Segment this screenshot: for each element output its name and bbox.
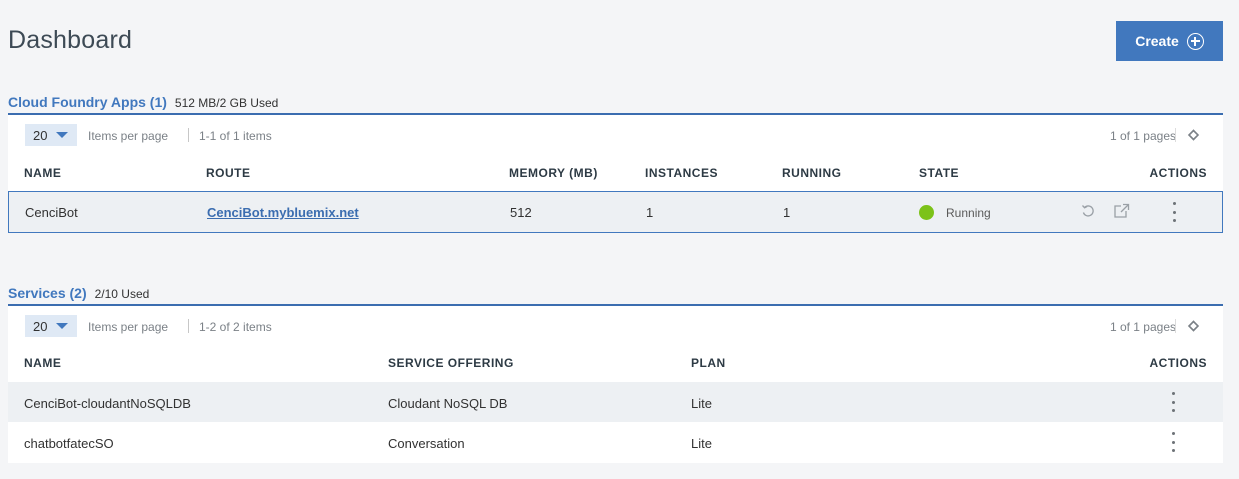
create-button-label: Create (1135, 33, 1179, 49)
app-route-link[interactable]: CenciBot.mybluemix.net (207, 205, 359, 220)
overflow-menu-icon[interactable] (1165, 391, 1181, 413)
column-header-name: NAME (24, 166, 62, 180)
service-plan: Lite (691, 436, 712, 451)
apps-item-range: 1-1 of 1 items (199, 129, 272, 143)
divider (188, 128, 189, 142)
service-plan: Lite (691, 396, 712, 411)
services-page-count: 1 of 1 pages (1109, 320, 1176, 334)
services-per-page-select[interactable]: 20 (25, 315, 77, 337)
launch-icon[interactable] (1113, 203, 1130, 224)
table-row[interactable]: CenciBot-cloudantNoSQLDB Cloudant NoSQL … (8, 382, 1223, 422)
column-header-running: RUNNING (782, 166, 842, 180)
apps-pagination-toolbar: 20 Items per page 1-1 of 1 items 1 of 1 … (8, 115, 1223, 155)
service-name: chatbotfatecSO (24, 436, 114, 451)
services-section-title[interactable]: Services (2) (8, 285, 87, 301)
divider (1175, 128, 1176, 142)
column-header-plan: PLAN (691, 356, 726, 370)
service-offering: Cloudant NoSQL DB (388, 396, 508, 411)
column-header-service-offering: SERVICE OFFERING (388, 356, 514, 370)
service-offering: Conversation (388, 436, 465, 451)
overflow-menu-icon[interactable] (1165, 431, 1181, 453)
plus-circle-icon (1186, 32, 1204, 50)
column-header-actions: ACTIONS (1149, 166, 1207, 180)
apps-page-count: 1 of 1 pages (1109, 129, 1176, 143)
page-title: Dashboard (8, 26, 133, 54)
app-running: 1 (783, 205, 791, 220)
overflow-menu-icon[interactable] (1166, 201, 1182, 223)
column-header-instances: INSTANCES (645, 166, 718, 180)
column-header-memory: MEMORY (MB) (509, 166, 598, 180)
service-name: CenciBot-cloudantNoSQLDB (24, 396, 191, 411)
table-row[interactable]: CenciBot CenciBot.mybluemix.net 512 1 1 … (8, 191, 1223, 233)
services-items-per-page-label: Items per page (88, 320, 169, 334)
caret-down-icon (56, 323, 69, 329)
app-state: Running (946, 206, 991, 220)
column-header-actions: ACTIONS (1149, 356, 1207, 370)
status-indicator (919, 205, 934, 220)
apps-table: 20 Items per page 1-1 of 1 items 1 of 1 … (8, 115, 1223, 233)
app-instances: 1 (646, 205, 654, 220)
apps-per-page-value: 20 (33, 127, 48, 143)
apps-usage: 512 MB/2 GB Used (174, 96, 279, 110)
services-item-range: 1-2 of 2 items (199, 320, 272, 334)
chevron-right-icon[interactable] (1189, 129, 1201, 141)
column-header-route: ROUTE (206, 166, 251, 180)
divider (1175, 319, 1176, 333)
apps-items-per-page-label: Items per page (88, 129, 169, 143)
chevron-right-icon[interactable] (1189, 320, 1201, 332)
services-section-header: Services (2) 2/10 Used (8, 285, 149, 301)
column-header-name: NAME (24, 356, 62, 370)
services-usage: 2/10 Used (94, 287, 150, 301)
table-row[interactable]: chatbotfatecSO Conversation Lite (8, 422, 1223, 462)
services-pagination-toolbar: 20 Items per page 1-2 of 2 items 1 of 1 … (8, 306, 1223, 346)
app-name: CenciBot (25, 205, 78, 220)
services-per-page-value: 20 (33, 318, 48, 334)
create-button[interactable]: Create (1116, 21, 1223, 61)
caret-down-icon (56, 132, 69, 138)
apps-section-header: Cloud Foundry Apps (1) 512 MB/2 GB Used (8, 94, 278, 110)
divider (188, 319, 189, 333)
restart-icon[interactable] (1080, 203, 1096, 224)
column-header-state: STATE (919, 166, 960, 180)
apps-per-page-select[interactable]: 20 (25, 124, 77, 146)
app-memory: 512 (510, 205, 532, 220)
apps-section-title[interactable]: Cloud Foundry Apps (1) (8, 94, 167, 110)
services-table: 20 Items per page 1-2 of 2 items 1 of 1 … (8, 306, 1223, 463)
